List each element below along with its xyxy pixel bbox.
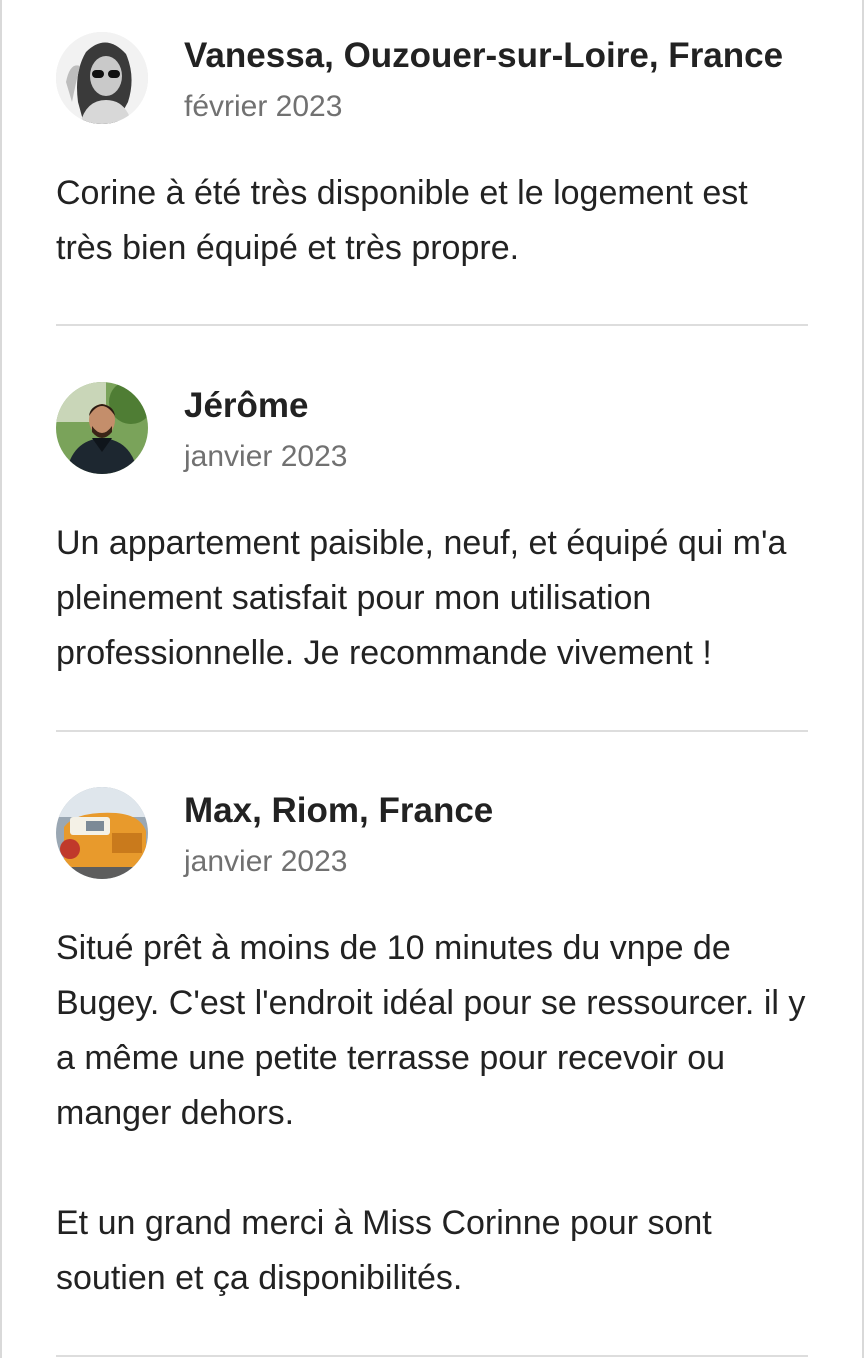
reviewer-photo-icon [56,787,148,879]
review-text: Situé prêt à moins de 10 minutes du vnpe… [56,921,808,1306]
review-paragraph: Et un grand merci à Miss Corinne pour so… [56,1204,712,1297]
reviewer-name: Vanessa, Ouzouer-sur-Loire, France [184,36,784,75]
review-header: Jérôme janvier 2023 [56,382,808,482]
review-date: février 2023 [184,90,343,123]
review-divider [56,1355,808,1357]
review-paragraph: Situé prêt à moins de 10 minutes du vnpe… [56,929,806,1132]
frame-edge-left [0,0,2,1358]
reviewer-photo-icon [56,382,148,474]
review-date: janvier 2023 [184,845,348,878]
review-item: Vanessa, Ouzouer-sur-Loire, France févri… [56,32,808,276]
reviewer-name: Jérôme [184,386,309,425]
review-paragraph: Corine à été très disponible et le logem… [56,174,748,267]
reviewer-photo-icon [56,32,148,124]
review-text: Un appartement paisible, neuf, et équipé… [56,516,808,681]
review-item: Max, Riom, France janvier 2023 Situé prê… [56,787,808,1306]
review-item: Jérôme janvier 2023 Un appartement paisi… [56,382,808,681]
reviewer-avatar[interactable] [56,32,148,124]
review-paragraph: Un appartement paisible, neuf, et équipé… [56,524,787,672]
reviewer-avatar[interactable] [56,787,148,879]
reviewer-name: Max, Riom, France [184,791,494,830]
review-divider [56,730,808,732]
reviewer-avatar[interactable] [56,382,148,474]
review-divider [56,324,808,326]
review-header: Vanessa, Ouzouer-sur-Loire, France févri… [56,32,808,132]
review-header: Max, Riom, France janvier 2023 [56,787,808,887]
review-date: janvier 2023 [184,440,348,473]
review-text: Corine à été très disponible et le logem… [56,166,808,276]
